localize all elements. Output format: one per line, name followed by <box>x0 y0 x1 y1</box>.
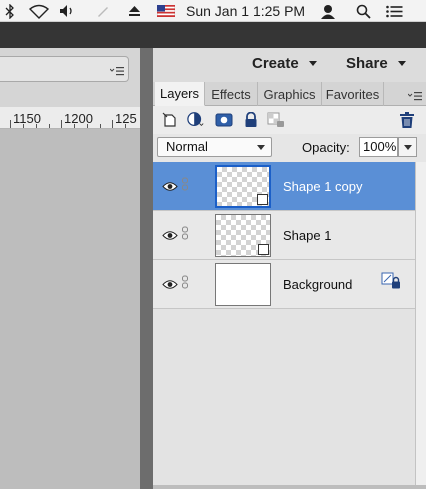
tab-effects[interactable]: Effects <box>205 82 258 106</box>
new-layer-icon[interactable] <box>161 111 179 129</box>
layer-name[interactable]: Shape 1 <box>283 228 331 243</box>
shape-layer-icon <box>258 244 269 255</box>
spotlight-icon[interactable] <box>355 3 371 19</box>
blend-mode-value: Normal <box>166 139 208 154</box>
layer-name[interactable]: Shape 1 copy <box>283 179 363 194</box>
blend-mode-select[interactable]: Normal <box>157 137 272 157</box>
shape-layer-icon <box>257 194 268 205</box>
eye-icon[interactable] <box>162 179 178 197</box>
chevron-down-icon <box>404 145 412 150</box>
link-icon[interactable] <box>181 226 189 245</box>
layers-toolbar <box>153 106 426 134</box>
menubar-clock[interactable]: Sun Jan 1 1:25 PM <box>186 3 305 19</box>
flag-icon[interactable] <box>156 3 176 19</box>
bluetooth-icon[interactable] <box>4 3 16 19</box>
layer-row[interactable]: Background <box>153 260 415 309</box>
adjustment-layer-icon[interactable] <box>187 111 205 129</box>
eye-icon[interactable] <box>162 277 178 295</box>
background-lock-icon[interactable] <box>381 272 401 295</box>
menu-bar: Sun Jan 1 1:25 PM <box>0 0 426 22</box>
ruler-label: 1200 <box>64 111 93 126</box>
share-button-label: Share <box>346 54 388 72</box>
share-button[interactable]: Share <box>346 53 406 73</box>
tab-label: Effects <box>211 86 251 102</box>
tab-label: Favorites <box>325 86 380 102</box>
create-button[interactable]: Create <box>252 53 317 73</box>
lock-icon[interactable] <box>242 111 260 129</box>
layer-thumbnail <box>215 263 271 306</box>
tab-label: Graphics <box>263 86 316 102</box>
chevron-down-icon <box>257 145 265 150</box>
horizontal-ruler: 1150 1200 125 <box>0 107 140 129</box>
link-icon[interactable] <box>181 275 189 294</box>
trash-icon[interactable] <box>398 111 416 129</box>
layer-thumbnail <box>215 214 271 257</box>
tool-options-bar[interactable] <box>0 56 129 82</box>
chevron-down-icon <box>397 60 406 66</box>
layer-list-scrollbar[interactable] <box>415 162 426 485</box>
ruler-label: 1150 <box>13 111 41 126</box>
layer-row[interactable]: Shape 1 copy <box>153 162 415 211</box>
eye-icon[interactable] <box>162 228 178 246</box>
ruler-label: 125 <box>115 111 137 126</box>
title-strip <box>0 22 426 48</box>
tab-label: Layers <box>159 86 200 101</box>
tab-graphics[interactable]: Graphics <box>258 82 322 106</box>
tab-layers[interactable]: Layers <box>155 82 205 106</box>
panel-menu-icon[interactable] <box>407 88 422 106</box>
eject-icon[interactable] <box>126 3 142 19</box>
layer-row[interactable]: Shape 1 <box>153 211 415 260</box>
panel-tabs: Layers Effects Graphics Favorites <box>153 82 426 106</box>
chevron-down-icon <box>308 60 317 66</box>
notification-icon[interactable] <box>385 3 403 19</box>
lock-transparency-icon[interactable] <box>267 111 285 129</box>
link-icon[interactable] <box>181 177 189 196</box>
panel-footer <box>153 485 426 489</box>
opacity-input[interactable]: 100% <box>359 137 398 157</box>
panel-divider[interactable] <box>140 48 153 489</box>
volume-icon[interactable] <box>59 3 77 19</box>
create-button-label: Create <box>252 54 299 72</box>
panel-menu-icon[interactable] <box>109 63 124 81</box>
layer-thumbnail <box>215 165 271 208</box>
layer-mask-icon[interactable] <box>215 111 233 129</box>
document-canvas[interactable] <box>0 129 140 489</box>
layer-name[interactable]: Background <box>283 277 352 292</box>
tab-favorites[interactable]: Favorites <box>322 82 384 106</box>
opacity-label: Opacity: <box>302 140 350 155</box>
pen-icon[interactable] <box>95 3 111 19</box>
user-icon[interactable] <box>319 3 337 19</box>
wifi-icon[interactable] <box>28 3 50 19</box>
opacity-dropdown[interactable] <box>398 137 417 157</box>
